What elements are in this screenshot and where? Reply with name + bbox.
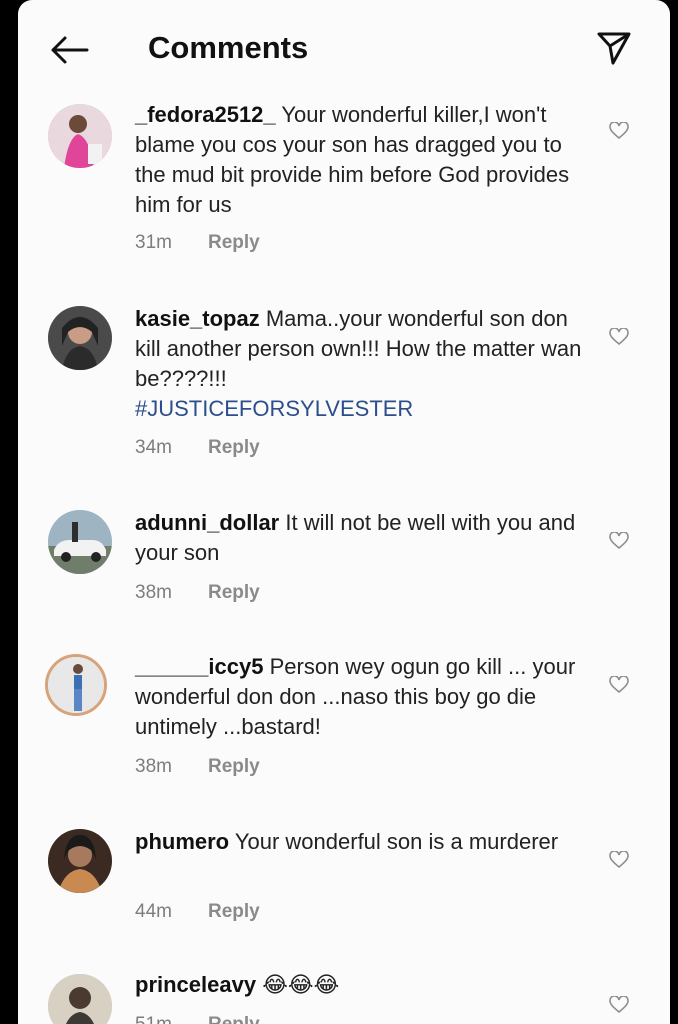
comment-time: 38m [135,582,172,603]
comment-meta: 38m Reply [135,756,260,778]
like-button[interactable] [608,849,630,871]
back-button[interactable] [46,30,92,70]
comment-time: 44m [135,901,172,922]
reply-button[interactable]: Reply [208,1014,260,1024]
reply-button[interactable]: Reply [208,756,260,778]
page-title: Comments [148,30,309,65]
comment-username[interactable]: ______iccy5 [135,654,263,679]
comments-screen: Comments _fedora2512_ Your wonderful kil… [18,0,670,1024]
comment-text: _fedora2512_ Your wonderful killer,I won… [135,100,590,220]
comment-time: 34m [135,437,172,458]
comment-time: 51m [135,1014,172,1024]
heart-icon [609,122,629,140]
comment-body: 😂😂😂 [262,972,340,997]
share-button[interactable] [594,28,634,68]
hashtag-link[interactable]: #JUSTICEFORSYLVESTER [135,396,413,421]
reply-button[interactable]: Reply [208,437,260,459]
send-icon [597,32,631,65]
like-button[interactable] [608,326,630,348]
comment-text: princeleavy 😂😂😂 [135,970,590,1000]
reply-button[interactable]: Reply [208,901,260,923]
heart-icon [609,851,629,869]
comment-text: ______iccy5 Person wey ogun go kill ... … [135,652,590,742]
heart-icon [609,676,629,694]
comment-text: adunni_dollar It will not be well with y… [135,508,590,568]
heart-icon [609,532,629,550]
like-button[interactable] [608,120,630,142]
avatar[interactable] [48,306,112,370]
header: Comments [18,0,670,92]
comment-text: phumero Your wonderful son is a murderer [135,827,590,857]
avatar[interactable] [48,510,112,574]
comment-time: 31m [135,232,172,253]
comment-username[interactable]: _fedora2512_ [135,102,276,127]
reply-button[interactable]: Reply [208,582,260,604]
comment-text: kasie_topaz Mama..your wonderful son don… [135,304,590,424]
heart-icon [609,328,629,346]
comment-time: 38m [135,756,172,777]
avatar[interactable] [48,104,112,168]
avatar[interactable] [48,829,112,893]
like-button[interactable] [608,530,630,552]
comment-meta: 31m Reply [135,232,260,254]
arrow-left-icon [51,36,89,64]
like-button[interactable] [608,674,630,696]
comment-username[interactable]: phumero [135,829,229,854]
avatar[interactable] [45,654,107,716]
comment-body: Your wonderful son is a murderer [234,829,559,854]
comment-meta: 34m Reply [135,437,260,459]
comment-username[interactable]: kasie_topaz [135,306,260,331]
heart-icon [609,996,629,1014]
comment-meta: 38m Reply [135,582,260,604]
avatar[interactable] [48,974,112,1024]
like-button[interactable] [608,994,630,1016]
comment-username[interactable]: adunni_dollar [135,510,279,535]
comment-username[interactable]: princeleavy [135,972,256,997]
reply-button[interactable]: Reply [208,232,260,254]
comment-meta: 51m Reply [135,1014,260,1024]
comment-meta: 44m Reply [135,901,260,923]
